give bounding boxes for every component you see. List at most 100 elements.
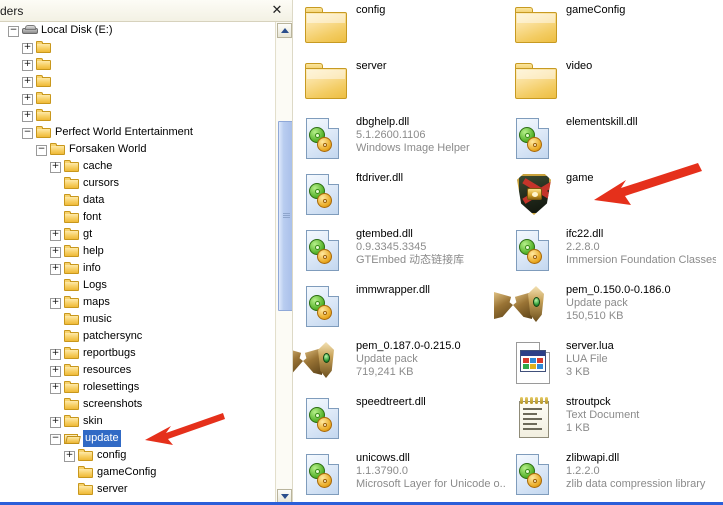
tree-item-patchersync[interactable]: patchersync [0, 328, 275, 345]
file-list-item[interactable]: pem_0.187.0-0.215.0 Update pack 719,241 KB [293, 336, 508, 392]
file-name: gtembed.dll [356, 228, 413, 240]
tree-item-help[interactable]: + help [0, 243, 275, 260]
tree-item-blank[interactable]: + [0, 107, 275, 124]
tree-item-label: cache [83, 160, 113, 172]
expand-icon[interactable]: + [50, 366, 61, 377]
collapse-icon[interactable]: − [36, 145, 47, 156]
tree-item-cache[interactable]: + cache [0, 158, 275, 175]
expand-icon[interactable]: + [50, 349, 61, 360]
file-meta-secondary: Microsoft Layer for Unicode o... [356, 478, 506, 490]
tree-item-music[interactable]: music [0, 311, 275, 328]
file-list-item[interactable]: unicows.dll 1.1.3790.0 Microsoft Layer for… [298, 448, 508, 504]
file-meta-secondary: 3 KB [566, 366, 590, 378]
collapse-icon[interactable]: − [50, 434, 61, 445]
expand-icon[interactable]: + [50, 298, 61, 309]
drive-icon [22, 24, 38, 37]
collapse-icon[interactable]: − [22, 128, 33, 139]
tree-item-rolesettings[interactable]: + rolesettings [0, 379, 275, 396]
tree-item-maps[interactable]: + maps [0, 294, 275, 311]
file-list-item[interactable]: speedtreert.dll [298, 392, 508, 448]
tree-item-perfect-world-entertainment[interactable]: − Perfect World Entertainment [0, 124, 275, 141]
file-list-item[interactable]: elementskill.dll [508, 112, 718, 168]
file-text-block: immwrapper.dll [356, 284, 506, 297]
expand-icon[interactable]: + [50, 264, 61, 275]
file-list-item[interactable]: server.lua LUA File 3 KB [508, 336, 718, 392]
expand-icon[interactable]: + [22, 43, 33, 54]
file-list-item[interactable]: gameConfig [508, 0, 718, 56]
tree-item-skin[interactable]: + skin [0, 413, 275, 430]
file-name: gameConfig [566, 4, 626, 16]
file-name: server [356, 60, 387, 72]
file-text-block: ftdriver.dll [356, 172, 506, 185]
tree-item-local-disk-e-[interactable]: − Local Disk (E:) [0, 22, 275, 39]
file-icon-wrap [513, 172, 561, 220]
folder-tree-scrollbar[interactable] [275, 22, 293, 505]
expand-icon[interactable]: + [64, 451, 75, 462]
expand-icon[interactable]: + [22, 60, 33, 71]
file-list-item[interactable]: zlibwapi.dll 1.2.2.0 zlib data compression… [508, 448, 718, 504]
tree-item-label: cursors [83, 177, 120, 189]
file-list-item[interactable]: dbghelp.dll 5.1.2600.1106 Windows Image He… [298, 112, 508, 168]
file-list-column-left: config server dbghelp.dll 5.1.2600.1106 Wind… [293, 0, 508, 504]
file-list-item[interactable]: ftdriver.dll [298, 168, 508, 224]
expand-icon[interactable]: + [50, 247, 61, 258]
file-name: zlibwapi.dll [566, 452, 620, 464]
tree-item-font[interactable]: font [0, 209, 275, 226]
tree-item-reportbugs[interactable]: + reportbugs [0, 345, 275, 362]
tree-item-resources[interactable]: + resources [0, 362, 275, 379]
close-icon[interactable]: ✕ [269, 2, 285, 18]
file-meta-secondary: 719,241 KB [356, 366, 414, 378]
file-list-item[interactable]: gtembed.dll 0.9.3345.3345 GTEmbed 动态链接库 [298, 224, 508, 280]
tree-item-blank[interactable]: + [0, 90, 275, 107]
tree-item-screenshots[interactable]: screenshots [0, 396, 275, 413]
file-meta-primary: Update pack [356, 353, 418, 365]
tree-item-config[interactable]: + config [0, 447, 275, 464]
scroll-up-button[interactable] [277, 23, 292, 38]
expand-icon[interactable]: + [50, 162, 61, 173]
folder-icon [36, 109, 52, 122]
scrollbar-track[interactable] [277, 39, 293, 488]
expand-icon[interactable]: + [50, 230, 61, 241]
tree-item-forsaken-world[interactable]: − Forsaken World [0, 141, 275, 158]
tree-item-blank[interactable]: + [0, 73, 275, 90]
scrollbar-thumb[interactable] [278, 121, 293, 311]
file-meta-secondary: 150,510 KB [566, 310, 624, 322]
file-list-item[interactable]: game [508, 168, 718, 224]
tree-item-gt[interactable]: + gt [0, 226, 275, 243]
folder-icon [64, 177, 80, 190]
tree-item-gameconfig[interactable]: gameConfig [0, 464, 275, 481]
tree-item-cursors[interactable]: cursors [0, 175, 275, 192]
file-list-item[interactable]: server [298, 56, 508, 112]
tree-item-label: font [83, 211, 102, 223]
tree-item-update[interactable]: − update [0, 430, 275, 447]
tree-item-info[interactable]: + info [0, 260, 275, 277]
file-icon-wrap [513, 452, 561, 500]
expand-icon[interactable]: + [22, 111, 33, 122]
folder-icon [36, 75, 52, 88]
expand-icon[interactable]: + [50, 417, 61, 428]
tree-item-logs[interactable]: Logs [0, 277, 275, 294]
folder-tree[interactable]: − Local Disk (E:) + + + + + − Perfect World Ente… [0, 22, 275, 505]
tree-item-label: screenshots [83, 398, 143, 410]
file-list-item[interactable]: immwrapper.dll [298, 280, 508, 336]
file-text-block: server.lua LUA File 3 KB [566, 340, 716, 379]
file-list-item[interactable]: config [298, 0, 508, 56]
folders-pane-title: ders [0, 4, 24, 18]
file-list-item[interactable]: ifc22.dll 2.2.8.0 Immersion Foundation Cla… [508, 224, 718, 280]
file-list-item[interactable]: pem_0.150.0-0.186.0 Update pack 150,510 KB [494, 280, 718, 336]
tree-item-server[interactable]: server [0, 481, 275, 498]
expand-icon[interactable]: + [22, 77, 33, 88]
collapse-icon[interactable]: − [8, 26, 19, 37]
tree-item-blank[interactable]: + [0, 39, 275, 56]
tree-item-label: Logs [83, 279, 107, 291]
tree-item-blank[interactable]: + [0, 56, 275, 73]
file-list-item[interactable]: stroutpck Text Document 1 KB [508, 392, 718, 448]
folder-icon [36, 58, 52, 71]
file-list-item[interactable]: video [508, 56, 718, 112]
tree-item-data[interactable]: data [0, 192, 275, 209]
expand-icon[interactable]: + [22, 94, 33, 105]
expand-icon[interactable]: + [50, 383, 61, 394]
file-meta-primary: 5.1.2600.1106 [356, 129, 426, 141]
file-text-block: gameConfig [566, 4, 716, 17]
file-list-pane[interactable]: config server dbghelp.dll 5.1.2600.1106 Wind… [293, 0, 723, 505]
